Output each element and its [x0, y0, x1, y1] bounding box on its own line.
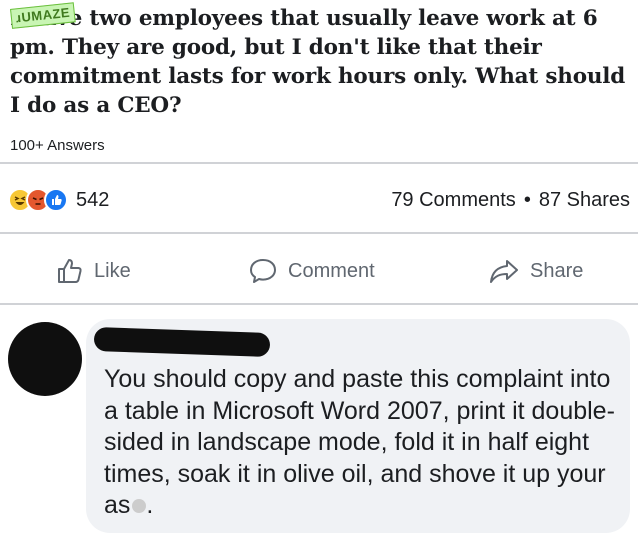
avatar[interactable]	[8, 322, 82, 396]
share-icon	[490, 260, 518, 283]
comment-button[interactable]: Comment	[248, 256, 375, 286]
reaction-count: 542	[76, 188, 110, 211]
divider	[0, 232, 638, 234]
comment-text: You should copy and paste this complaint…	[104, 365, 615, 519]
like-button[interactable]: Like	[56, 256, 131, 286]
divider	[0, 162, 638, 164]
divider	[0, 303, 638, 305]
post-question: I have two employees that usually leave …	[10, 6, 626, 118]
thumbs-up-icon	[58, 259, 82, 283]
comment-label: Comment	[288, 259, 375, 282]
comment-body: You should copy and paste this complaint…	[104, 364, 624, 522]
share-label: Share	[530, 259, 584, 282]
shares-count[interactable]: 87 Shares	[539, 189, 630, 212]
like-label: Like	[94, 259, 131, 282]
comment-icon	[250, 259, 276, 283]
share-button[interactable]: Share	[488, 256, 583, 286]
like-icon	[44, 188, 68, 212]
redaction-mark	[132, 499, 147, 514]
comment-period: .	[146, 491, 154, 519]
reactions-summary[interactable]: 542	[8, 186, 109, 214]
engagement-stats: 79 Comments • 87 Shares	[391, 186, 630, 214]
stats-separator: •	[523, 188, 531, 211]
answers-count[interactable]: 100+ Answers	[10, 137, 105, 154]
comments-count[interactable]: 79 Comments	[391, 189, 516, 212]
